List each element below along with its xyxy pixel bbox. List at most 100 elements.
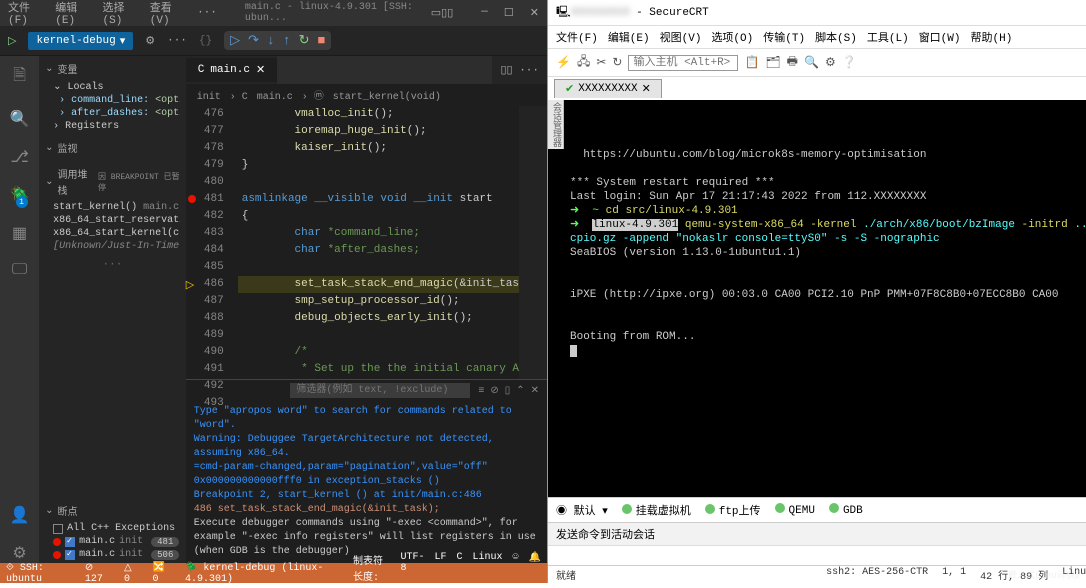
bottom-tab[interactable]: ◉ 默认 ▾ [556, 502, 608, 518]
console-filter-input[interactable] [290, 383, 470, 398]
callstack-header[interactable]: ⌄ 调用堆栈 因 BREAKPOINT 已暂停 [45, 163, 180, 201]
gear-icon[interactable]: ⚙ [145, 34, 155, 48]
stack-frame[interactable]: [Unknown/Just-In-Time co… [45, 240, 180, 253]
debug-step-into-icon[interactable]: ↓ [267, 33, 275, 48]
debug-icon[interactable]: 🪲1 [0, 185, 30, 205]
menu-file[interactable]: 文件(F) [8, 0, 41, 27]
activity-bar: 🗎 🔍 ⎇ 🪲1 ▦ 🖵 👤 ⚙ [0, 56, 39, 563]
crt-menu-item[interactable]: 编辑(E) [608, 29, 650, 45]
registers-header[interactable]: › Registers [45, 120, 180, 133]
bottom-tab[interactable]: GDB [829, 503, 863, 517]
settings-icon[interactable]: ⚙ [12, 543, 26, 563]
watch-header[interactable]: ⌄ 监视 [45, 137, 180, 159]
window-title: main.c - linux-4.9.301 [SSH: ubun... [245, 2, 417, 24]
crt-menu-item[interactable]: 窗口(W) [919, 29, 961, 45]
account-icon[interactable]: 👤 [10, 505, 30, 525]
debug-target-chip[interactable]: kernel-debug ▾ [28, 32, 133, 50]
tab-close-icon[interactable]: ✕ [256, 63, 265, 77]
crt-menu-item[interactable]: 工具(L) [867, 29, 909, 45]
bp-row[interactable]: main.c init506 [45, 548, 180, 561]
status-misc[interactable]: 🔀 0 [152, 562, 172, 585]
crt-tab[interactable]: ✔ XXXXXXXXX ✕ [554, 79, 662, 98]
crt-menu-item[interactable]: 传输(T) [763, 29, 805, 45]
minimap[interactable] [519, 106, 547, 379]
debug-controls: ▷ ↷ ↓ ↑ ↻ ■ [224, 31, 331, 50]
reconnect-icon[interactable]: ↻ [612, 55, 622, 70]
menu-view[interactable]: 查看(V) [150, 0, 183, 27]
stack-frame[interactable]: x86_64_start_kernel(char [45, 227, 180, 240]
bottom-tab[interactable]: 挂载虚拟机 [622, 502, 691, 518]
debug-restart-icon[interactable]: ↻ [299, 33, 310, 48]
status-errors[interactable]: ⊘ 127 [85, 562, 112, 585]
scm-icon[interactable]: ⎇ [10, 147, 28, 167]
toolbar-icon[interactable]: ⚙ [825, 55, 836, 70]
bp-row[interactable]: main.c init481 [45, 535, 180, 548]
bp-all-exceptions[interactable]: All C++ Exceptions [45, 522, 180, 535]
extensions-icon[interactable]: ▦ [12, 223, 27, 243]
quick-connect-icon[interactable]: ⚡ [556, 55, 571, 70]
crt-bottom-tabs: ◉ 默认 ▾ 挂载虚拟机 ftp上传 QEMU GDB [548, 497, 1086, 522]
var-command-line[interactable]: › command_line: <optimiz… [45, 94, 180, 107]
status-remote[interactable]: ⟐ SSH: ubuntu [6, 562, 73, 585]
send-command-input[interactable] [548, 545, 1086, 565]
debug-side-panel: ⌄ 变量 ⌄ Locals › command_line: <optimiz… … [39, 56, 186, 563]
bottom-tab[interactable]: QEMU [775, 503, 815, 517]
var-after-dashes[interactable]: › after_dashes: <optimiz… [45, 107, 180, 120]
debug-step-over-icon[interactable]: ↷ [248, 33, 259, 48]
crt-menu-item[interactable]: 帮助(H) [971, 29, 1013, 45]
debug-continue-icon[interactable]: ▷ [230, 33, 240, 48]
split-icon[interactable]: ▯▯ ··· [492, 63, 547, 77]
crt-menu-item[interactable]: 文件(F) [556, 29, 598, 45]
window-minimize[interactable]: — [481, 6, 488, 20]
remote-icon[interactable]: 🖵 [12, 261, 27, 279]
toolbar-icon[interactable]: 🗂 [765, 55, 780, 70]
toolbar-icon[interactable]: 🖶 [787, 52, 798, 73]
code-gutter[interactable]: 476477478479480481482483484485486▷487488… [186, 106, 238, 379]
breakpoints-header[interactable]: ⌄ 断点 [45, 500, 180, 522]
variables-header[interactable]: ⌄ 变量 [45, 58, 180, 80]
crt-menu-item[interactable]: 视图(V) [660, 29, 702, 45]
menu-edit[interactable]: 编辑(E) [55, 0, 88, 27]
toolbar-icon[interactable]: 📋 [744, 55, 759, 70]
code-editor[interactable]: vmalloc_init(); ioremap_huge_init(); kai… [238, 106, 519, 379]
window-maximize[interactable]: ☐ [504, 6, 514, 20]
send-command-label: 发送命令到活动会话 [548, 522, 1086, 545]
stack-frame[interactable]: x86_64_start_reservations [45, 214, 180, 227]
window-close[interactable]: ✕ [530, 6, 539, 20]
disconnect-icon[interactable]: ✂ [596, 55, 606, 70]
menu-more[interactable]: ··· [197, 7, 217, 19]
crt-menu-bar: 文件(F) 编辑(E) 视图(V) 选项(O) 传输(T) 脚本(S) 工具(L… [548, 26, 1086, 49]
crt-terminal[interactable]: 会话管理器 https://ubuntu.com/blog/microk8s-m… [548, 100, 1086, 497]
debug-badge: 1 [16, 196, 28, 208]
layout-icon[interactable]: ▭▯▯ [431, 6, 454, 20]
session-manager-tab[interactable]: 会话管理器 [548, 100, 564, 149]
tab-close-icon[interactable]: ✕ [642, 82, 651, 96]
explorer-icon[interactable]: 🗎 [13, 64, 26, 91]
connect-icon[interactable]: 🖧 [577, 52, 590, 73]
crt-session-name: XXXXXXXXX [571, 7, 630, 19]
locals-header[interactable]: ⌄ Locals [45, 80, 180, 94]
more-icon[interactable]: ··· [167, 35, 187, 47]
crt-menu-item[interactable]: 脚本(S) [815, 29, 857, 45]
status-cursor: 1, 1 [942, 567, 966, 583]
toolbar-icon[interactable]: 🔍 [804, 55, 819, 70]
menu-select[interactable]: 选择(S) [103, 0, 136, 27]
stack-frame[interactable]: start_kernel() main.c [45, 201, 180, 214]
breadcrumb[interactable]: init › C main.c › ⓜ start_kernel(void) [186, 84, 547, 106]
debug-start-icon[interactable]: ▷ [8, 34, 16, 48]
connected-icon: ✔ [565, 82, 574, 96]
status-warnings[interactable]: △ 0 [124, 562, 140, 585]
status-debug-target[interactable]: 🪲 kernel-debug (linux-4.9.301) [185, 562, 341, 585]
editor-tab[interactable]: C main.c ✕ [186, 58, 277, 82]
search-icon[interactable]: 🔍 [10, 109, 30, 129]
toolbar-icon[interactable]: ❔ [842, 55, 857, 70]
bottom-tab[interactable]: ftp上传 [705, 502, 761, 518]
crt-menu-item[interactable]: 选项(O) [711, 29, 753, 45]
vscode-window: 文件(F) 编辑(E) 选择(S) 查看(V) ··· main.c - lin… [0, 0, 547, 583]
vscode-title-bar: 文件(F) 编辑(E) 选择(S) 查看(V) ··· main.c - lin… [0, 0, 547, 26]
crt-status-bar: 就绪 ssh2: AES-256-CTR 1, 1 42 行, 89 列 Lin… [548, 565, 1086, 583]
debug-stop-icon[interactable]: ■ [318, 33, 326, 48]
debug-step-out-icon[interactable]: ↑ [283, 33, 291, 48]
debug-toolbar: ▷ kernel-debug ▾ ⚙ ··· {} ▷ ↷ ↓ ↑ ↻ ■ [0, 26, 547, 56]
host-input[interactable] [628, 55, 738, 71]
